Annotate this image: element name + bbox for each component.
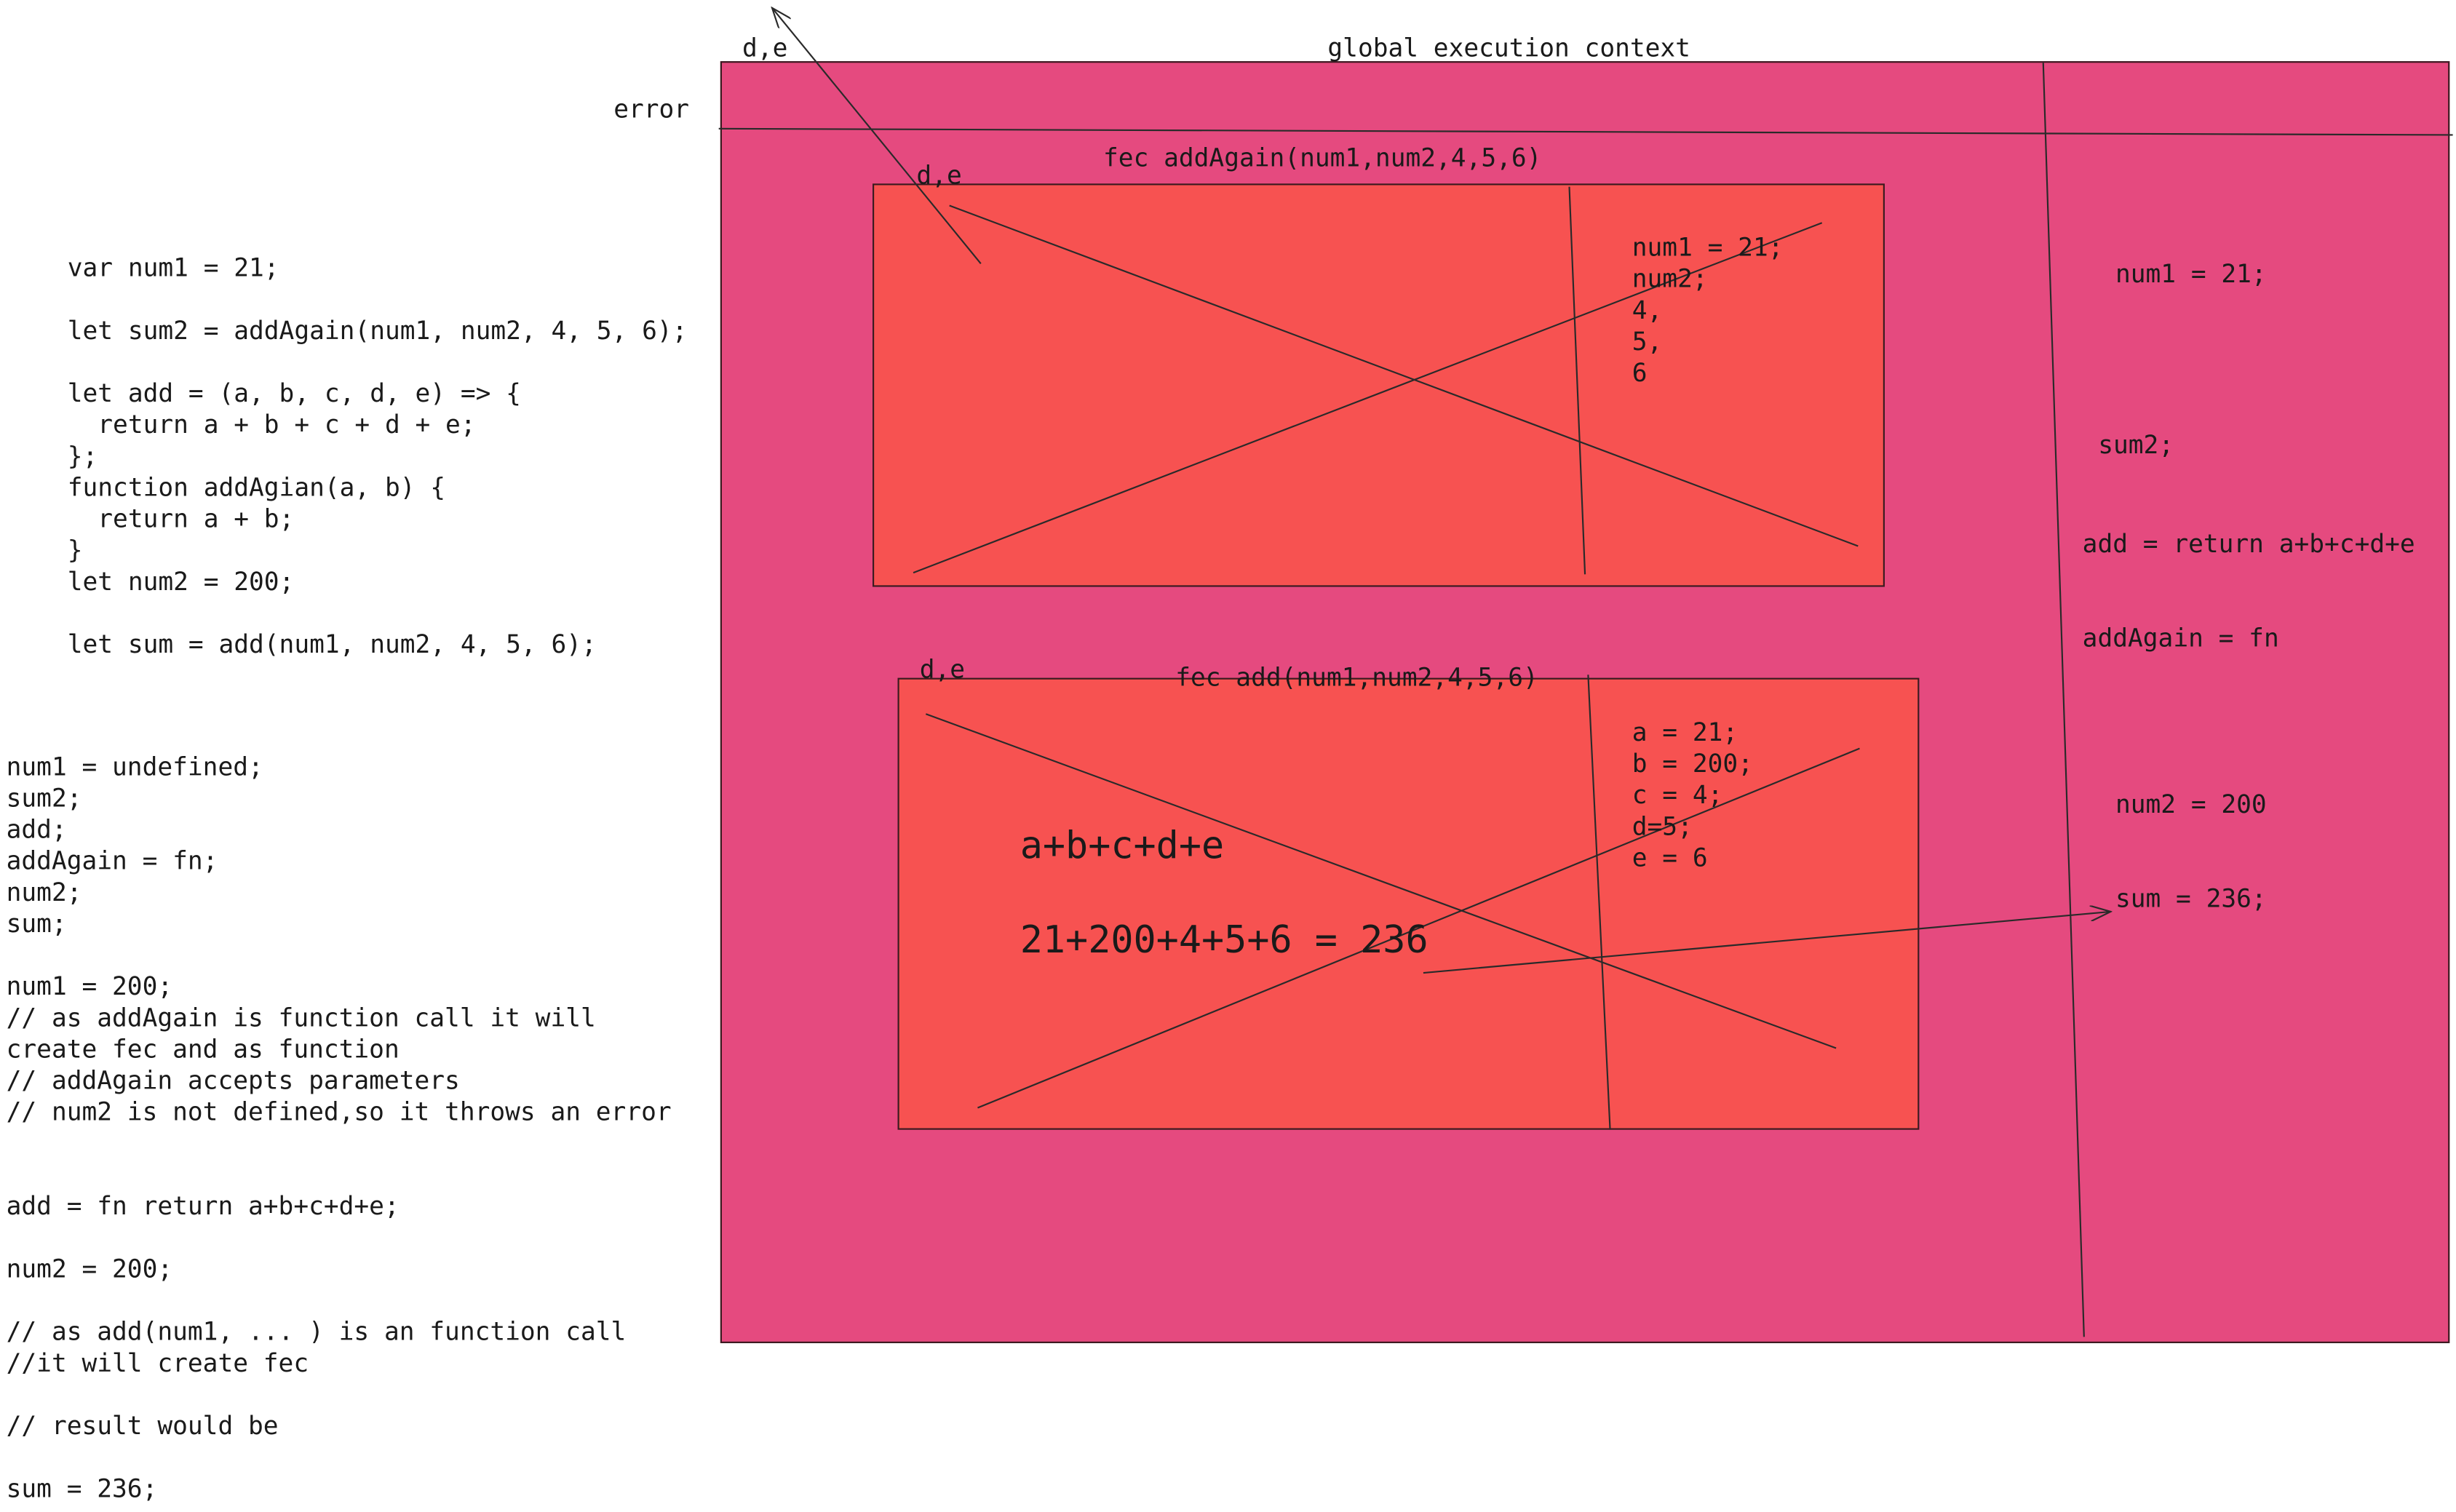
top-de-label: d,e [742,33,788,63]
note-line: // as add(num1, ... ) is an function cal… [6,1316,627,1347]
fec-addagain-var: num1 = 21; [1632,232,1784,263]
fec-add-box [897,677,1920,1130]
note-line: num2; [6,877,82,907]
note-line: // result would be [6,1410,279,1441]
fec-add-var: b = 200; [1632,748,1753,779]
fec-add-result: 21+200+4+5+6 = 236 [1020,918,1428,962]
fec-add-var: a = 21; [1632,717,1738,747]
note-line: // as addAgain is function call it will [6,1003,596,1032]
note-line: create fec and as function [6,1034,400,1065]
note-line: sum = 236; [6,1473,158,1503]
fec-add-expression: a+b+c+d+e [1020,824,1225,868]
code-line: return a + b + c + d + e; [67,409,476,439]
fec-addagain-var: 4, [1632,295,1663,325]
global-var-addagain: addAgain = fn [2082,623,2279,653]
code-line: return a + b; [67,504,295,534]
code-line: let add = (a, b, c, d, e) => { [67,378,521,408]
code-line: } [67,535,83,565]
code-line: function addAgian(a, b) { [67,472,446,503]
note-line: //it will create fec [6,1348,309,1378]
global-var-sum2: sum2; [2098,429,2174,460]
note-line: // addAgain accepts parameters [6,1065,460,1096]
fec-add-title: fec add(num1,num2,4,5,6) [1175,662,1538,693]
global-var-num1: num1 = 21; [2115,258,2267,289]
note-line: add; [6,814,67,845]
code-line: let sum = add(num1, num2, 4, 5, 6); [67,629,597,659]
global-var-sum: sum = 236; [2115,883,2267,914]
fec-add-var: e = 6 [1632,843,1708,873]
note-line: // num2 is not defined,so it throws an e… [6,1097,672,1127]
fec-add-var: c = 4; [1632,779,1723,810]
fec-addagain-var: 5, [1632,326,1663,357]
code-line: let sum2 = addAgain(num1, num2, 4, 5, 6)… [67,315,688,346]
global-var-num2: num2 = 200 [2115,789,2267,819]
code-line: }; [67,440,98,471]
note-line: num1 = undefined; [6,751,263,781]
code-line: let num2 = 200; [67,566,295,597]
note-line: num1 = 200; [6,971,173,1001]
note-line: addAgain = fn; [6,845,218,876]
diagram-canvas: var num1 = 21; let sum2 = addAgain(num1,… [0,0,2456,1512]
note-line: num2 = 200; [6,1254,173,1284]
error-label: error [613,94,690,124]
note-line: add = fn return a+b+c+d+e; [6,1190,400,1221]
note-line: sum2; [6,783,82,813]
fec-addagain-var: 6 [1632,357,1648,388]
fec-addagain-var: num2; [1632,263,1708,294]
global-var-add: add = return a+b+c+d+e [2082,528,2415,559]
fec-addagain-de: d,e [916,159,962,190]
code-line: var num1 = 21; [67,252,279,283]
fec-add-var: d=5; [1632,811,1693,841]
global-context-title: global execution context [1327,33,1690,63]
note-line: sum; [6,908,67,939]
fec-add-de: d,e [919,654,966,685]
fec-addagain-title: fec addAgain(num1,num2,4,5,6) [1103,143,1542,173]
